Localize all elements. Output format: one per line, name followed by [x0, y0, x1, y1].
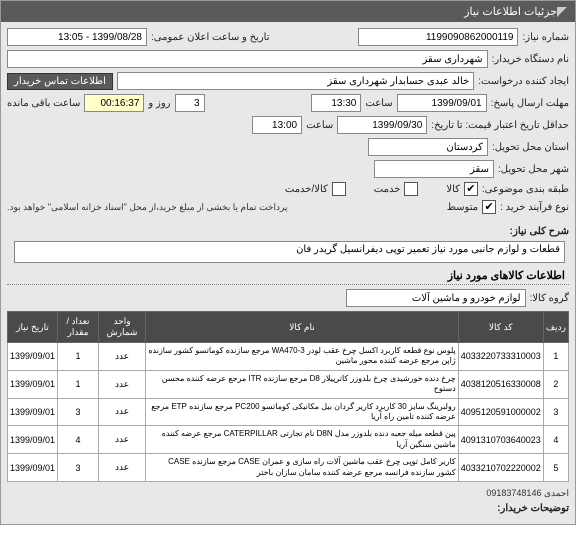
process-label: نوع فرآیند خرید : — [500, 202, 569, 213]
resp-date-field: 1399/09/01 — [397, 94, 487, 112]
table-row: 34095120591000002رولبرینگ سایز 30 کاربرد… — [8, 398, 569, 426]
table-row: 54033210702220002کاریر کامل توپی چرخ عقب… — [8, 454, 569, 482]
table-row: 14033220733310003پلوس نوع قطعه کاربرد اک… — [8, 343, 569, 371]
cell-qty: 1 — [58, 370, 99, 398]
cell-unit: عدد — [98, 343, 145, 371]
cell-qty: 3 — [58, 398, 99, 426]
resp-time-field: 13:30 — [311, 94, 361, 112]
cell-name: پلوس نوع قطعه کاربرد اکسل چرخ عقب لودر W… — [146, 343, 459, 371]
contact-button[interactable]: اطلاعات تماس خریدار — [7, 73, 113, 90]
contact-person: احمدی 09183748146 — [486, 488, 569, 499]
budget-label: طبقه بندی موضوعی: — [482, 184, 569, 195]
price-time-field: 13:00 — [252, 116, 302, 134]
cell-unit: عدد — [98, 398, 145, 426]
th-qty: تعداد / مقدار — [58, 312, 99, 343]
cell-qty: 4 — [58, 426, 99, 454]
cell-qty: 3 — [58, 454, 99, 482]
cell-date: 1399/09/01 — [8, 398, 58, 426]
cell-code: 4033220733310003 — [458, 343, 543, 371]
group-field: لوازم خودرو و ماشین آلات — [346, 289, 526, 307]
cell-code: 4033210702220002 — [458, 454, 543, 482]
price-time-label: ساعت — [306, 120, 333, 131]
goods-label: کالا — [446, 184, 460, 195]
cell-n: 3 — [543, 398, 568, 426]
panel-title: جزئیات اطلاعات نیاز — [464, 5, 557, 18]
cell-n: 1 — [543, 343, 568, 371]
cell-name: رولبرینگ سایز 30 کاربرد کاریر گردان بیل … — [146, 398, 459, 426]
cell-unit: عدد — [98, 370, 145, 398]
service-label: خدمت — [374, 184, 401, 195]
th-row: ردیف — [543, 312, 568, 343]
cell-unit: عدد — [98, 426, 145, 454]
goods-service-checkbox[interactable] — [332, 182, 346, 196]
creator-label: ایجاد کننده درخواست: — [478, 76, 569, 87]
goods-checkbox[interactable]: ✔ — [464, 182, 478, 196]
cell-date: 1399/09/01 — [8, 454, 58, 482]
corner-icon — [557, 7, 567, 17]
desc-label: شرح کلی نیاز: — [510, 226, 569, 237]
cell-date: 1399/09/01 — [8, 343, 58, 371]
goods-service-label: کالا/خدمت — [285, 184, 328, 195]
announce-field: 1399/08/28 - 13:05 — [7, 28, 147, 46]
announce-label: تاریخ و ساعت اعلان عمومی: — [151, 32, 270, 43]
items-table: ردیف کد کالا نام کالا واحد شمارش تعداد /… — [7, 311, 569, 482]
comment-label: توضیحات خریدار: — [497, 503, 569, 514]
city-label: شهر محل تحویل: — [498, 164, 569, 175]
cell-n: 4 — [543, 426, 568, 454]
city-field: سقز — [374, 160, 494, 178]
price-valid-label: حداقل تاریخ اعتبار قیمت: تا تاریخ: — [431, 120, 569, 131]
th-name: نام کالا — [146, 312, 459, 343]
cell-date: 1399/09/01 — [8, 426, 58, 454]
medium-checkbox[interactable]: ✔ — [482, 200, 496, 214]
cell-name: چرخ دنده خورشیدی چرخ بلدوزر کاترپیلار D8… — [146, 370, 459, 398]
buyer-label: نام دستگاه خریدار: — [492, 54, 569, 65]
days-label: روز و — [148, 98, 170, 109]
panel-header: جزئیات اطلاعات نیاز — [1, 1, 575, 22]
creator-field: خالد عبدی حسابدار شهرداری سقز — [117, 72, 474, 90]
resp-deadline-label: مهلت ارسال پاسخ: — [491, 98, 569, 109]
cell-code: 4038120516330008 — [458, 370, 543, 398]
cell-code: 4095120591000002 — [458, 398, 543, 426]
payment-note: پرداخت تمام یا بخشی از مبلغ خرید،از محل … — [7, 202, 287, 213]
cell-n: 2 — [543, 370, 568, 398]
th-unit: واحد شمارش — [98, 312, 145, 343]
hms-field: 00:16:37 — [84, 94, 144, 112]
price-date-field: 1399/09/30 — [337, 116, 427, 134]
items-section-title: اطلاعات کالاهای مورد نیاز — [7, 263, 569, 285]
days-field: 3 — [175, 94, 205, 112]
cell-n: 5 — [543, 454, 568, 482]
req-no-field: 1199090862000119 — [358, 28, 518, 46]
req-no-label: شماره نیاز: — [522, 32, 569, 43]
province-label: استان محل تحویل: — [492, 142, 569, 153]
cell-name: کاریر کامل توپی چرخ عقب ماشین آلات راه س… — [146, 454, 459, 482]
medium-label: متوسط — [447, 202, 478, 213]
cell-date: 1399/09/01 — [8, 370, 58, 398]
province-field: کردستان — [368, 138, 488, 156]
buyer-field: شهرداری سقز — [7, 50, 488, 68]
table-row: 44091310703640023پین قطعه میله جعبه دنده… — [8, 426, 569, 454]
cell-qty: 1 — [58, 343, 99, 371]
desc-field: قطعات و لوازم جانبی مورد نیاز تعمیر توپی… — [14, 241, 565, 263]
remain-label: ساعت باقی مانده — [7, 98, 80, 109]
th-code: کد کالا — [458, 312, 543, 343]
table-row: 24038120516330008چرخ دنده خورشیدی چرخ بل… — [8, 370, 569, 398]
th-date: تاریخ نیاز — [8, 312, 58, 343]
service-checkbox[interactable] — [404, 182, 418, 196]
resp-time-label: ساعت — [365, 98, 392, 109]
cell-name: پین قطعه میله جعبه دنده بلدوزر مدل D8N ن… — [146, 426, 459, 454]
group-label: گروه کالا: — [530, 293, 569, 304]
cell-code: 4091310703640023 — [458, 426, 543, 454]
cell-unit: عدد — [98, 454, 145, 482]
